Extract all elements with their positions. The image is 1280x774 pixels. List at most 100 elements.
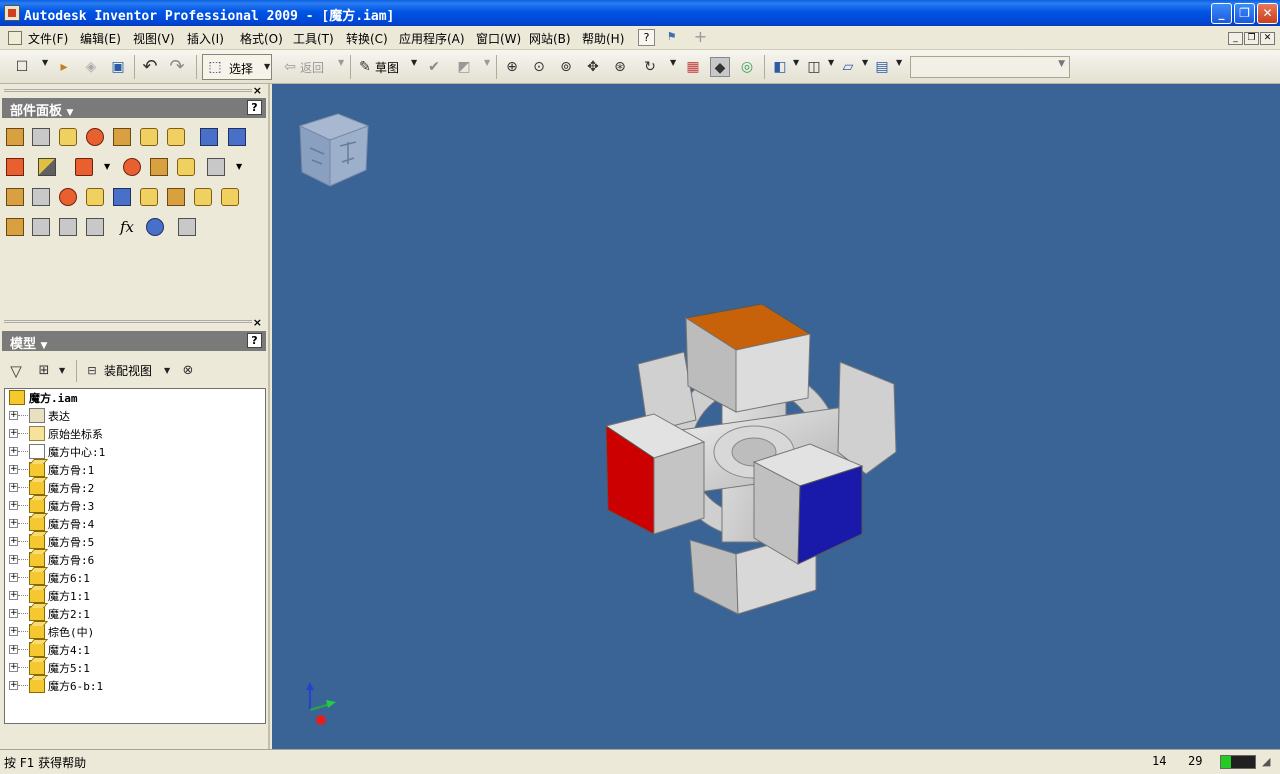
- new-icon[interactable]: ☐: [12, 57, 32, 77]
- model-panel-grip[interactable]: [4, 320, 252, 323]
- expand-plus-icon[interactable]: +: [9, 429, 18, 438]
- tree-item[interactable]: + 表达: [5, 407, 263, 425]
- grounded-icon[interactable]: [75, 158, 93, 176]
- bom-icon[interactable]: [6, 218, 24, 236]
- expand-plus-icon[interactable]: +: [9, 501, 18, 510]
- pattern-component-icon[interactable]: [86, 128, 104, 146]
- maximize-button[interactable]: ❐: [1234, 3, 1255, 24]
- style-combo[interactable]: ▼: [910, 56, 1070, 78]
- section-dropdown-arrow[interactable]: ▼: [862, 58, 868, 67]
- back-arrow-icon[interactable]: ⇦: [280, 57, 300, 77]
- work-feature-icon[interactable]: [6, 188, 24, 206]
- shadow-display-icon[interactable]: ◎: [737, 57, 757, 77]
- tree-structure-icon[interactable]: ⊞: [34, 361, 54, 381]
- look-at-icon[interactable]: ▦: [683, 57, 703, 77]
- zoom-selected-icon[interactable]: ⊛: [610, 57, 630, 77]
- rotate-component-icon[interactable]: [38, 158, 56, 176]
- no-entry-icon[interactable]: [146, 218, 164, 236]
- shaded-display-icon[interactable]: ◆: [710, 57, 730, 77]
- ground-dropdown-arrow[interactable]: ▼: [104, 162, 110, 171]
- rubiks-cube-model[interactable]: [604, 302, 904, 622]
- redo-icon[interactable]: ↷: [167, 57, 187, 77]
- revolve-icon[interactable]: [167, 188, 185, 206]
- assembly-view-icon[interactable]: ⊟: [82, 361, 102, 381]
- orthographic-icon[interactable]: ◧: [770, 57, 790, 77]
- graphics-viewport[interactable]: [272, 84, 1280, 749]
- measure-icon[interactable]: ◩: [454, 57, 474, 77]
- menu-help[interactable]: 帮助(H): [582, 30, 624, 47]
- transfer-icon[interactable]: [150, 158, 168, 176]
- orbit-icon[interactable]: ↻: [640, 57, 660, 77]
- table-icon[interactable]: [178, 218, 196, 236]
- model-dropdown-arrow[interactable]: ▼: [41, 341, 48, 351]
- whats-this-icon[interactable]: ⚑: [663, 29, 680, 46]
- panel-close-button[interactable]: ×: [253, 84, 262, 97]
- panel-dropdown-arrow[interactable]: ▼: [67, 108, 74, 118]
- back-button[interactable]: 返回: [300, 59, 324, 76]
- fillet-icon[interactable]: [194, 188, 212, 206]
- work-plane-icon[interactable]: [113, 188, 131, 206]
- pan-icon[interactable]: ✥: [583, 57, 603, 77]
- perspective-icon[interactable]: ◫: [804, 57, 824, 77]
- add-icon[interactable]: +: [692, 29, 709, 46]
- sketch-button[interactable]: 草图: [375, 59, 399, 76]
- sketch-dropdown-arrow[interactable]: ▼: [411, 58, 417, 67]
- select-dropdown-arrow[interactable]: ▼: [264, 62, 270, 71]
- expand-plus-icon[interactable]: +: [9, 537, 18, 546]
- menu-format[interactable]: 格式(O): [240, 30, 283, 47]
- mdi-minimize-button[interactable]: _: [1228, 32, 1243, 45]
- display-settings-dropdown-arrow[interactable]: ▼: [896, 58, 902, 67]
- place-constraint-icon[interactable]: [200, 128, 218, 146]
- app-icon[interactable]: [4, 5, 20, 21]
- menu-tools[interactable]: 工具(T): [293, 30, 334, 47]
- panel-help-button[interactable]: ?: [247, 100, 262, 115]
- tree-structure-dropdown-arrow[interactable]: ▼: [59, 366, 65, 375]
- help-question-icon[interactable]: ?: [638, 29, 655, 46]
- tree-item[interactable]: + 魔方6-b:1: [5, 677, 263, 695]
- expand-plus-icon[interactable]: +: [9, 591, 18, 600]
- menu-convert[interactable]: 转换(C): [346, 30, 388, 47]
- grid-dropdown-arrow[interactable]: ▼: [236, 162, 242, 171]
- model-tree[interactable]: 魔方.iam + 表达 + 原始坐标系 + 魔方中心:1 + 魔方骨:1 + 魔方骨:2 + 魔方骨:…: [4, 388, 266, 724]
- grid-icon[interactable]: [207, 158, 225, 176]
- update-icon[interactable]: ✔: [424, 57, 444, 77]
- menu-insert[interactable]: 插入(I): [187, 30, 224, 47]
- tree-root[interactable]: 魔方.iam: [5, 389, 263, 407]
- zoom-icon[interactable]: ⊚: [556, 57, 576, 77]
- perspective-dropdown-arrow[interactable]: ▼: [828, 58, 834, 67]
- sketch-plane-icon[interactable]: [32, 188, 50, 206]
- mirror-component-icon[interactable]: [113, 128, 131, 146]
- resize-grip-icon[interactable]: ◢: [1262, 755, 1276, 769]
- zoom-window-icon[interactable]: ⊙: [529, 57, 549, 77]
- expand-plus-icon[interactable]: +: [9, 519, 18, 528]
- model-help-button[interactable]: ?: [247, 333, 262, 348]
- mdi-restore-button[interactable]: ❐: [1244, 32, 1259, 45]
- expand-plus-icon[interactable]: +: [9, 573, 18, 582]
- expand-plus-icon[interactable]: +: [9, 555, 18, 564]
- open-icon[interactable]: ▸: [54, 57, 74, 77]
- expand-plus-icon[interactable]: +: [9, 483, 18, 492]
- section-plane-icon[interactable]: ▱: [838, 57, 858, 77]
- substitute-component-icon[interactable]: [167, 128, 185, 146]
- work-point-icon[interactable]: [59, 188, 77, 206]
- menu-edit[interactable]: 编辑(E): [80, 30, 121, 47]
- place-content-icon[interactable]: [59, 128, 77, 146]
- orbit-dropdown-arrow[interactable]: ▼: [670, 58, 676, 67]
- view-cube[interactable]: [298, 112, 370, 188]
- menu-file[interactable]: 文件(F): [28, 30, 68, 47]
- link-icon[interactable]: [177, 158, 195, 176]
- project-icon[interactable]: ◈: [81, 57, 101, 77]
- minimize-button[interactable]: _: [1211, 3, 1232, 24]
- panel-grip[interactable]: [4, 89, 252, 92]
- back-dropdown-arrow[interactable]: ▼: [338, 58, 344, 67]
- expand-plus-icon[interactable]: +: [9, 609, 18, 618]
- assembly-view-button[interactable]: 装配视图: [104, 362, 152, 379]
- close-button[interactable]: ✕: [1257, 3, 1278, 24]
- menu-window[interactable]: 窗口(W): [476, 30, 521, 47]
- work-axis-icon[interactable]: [86, 188, 104, 206]
- mirror-icon[interactable]: [86, 218, 104, 236]
- save-icon[interactable]: ▣: [108, 57, 128, 77]
- measure-dropdown-arrow[interactable]: ▼: [484, 58, 490, 67]
- menu-applications[interactable]: 应用程序(A): [399, 30, 465, 47]
- extrude-icon[interactable]: [140, 188, 158, 206]
